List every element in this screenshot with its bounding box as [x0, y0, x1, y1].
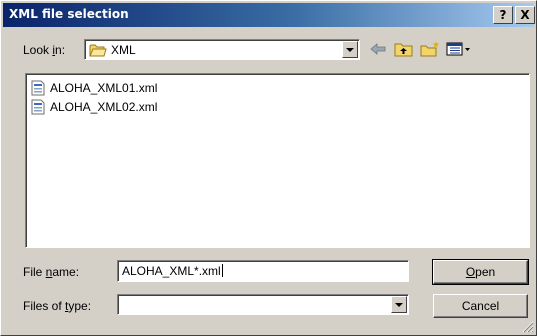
- new-folder-icon[interactable]: [419, 40, 441, 58]
- files-of-type-dropdown[interactable]: [117, 294, 409, 315]
- close-button[interactable]: X: [515, 6, 535, 24]
- files-of-type-dropdown-arrow[interactable]: [391, 296, 407, 313]
- file-name-value: ALOHA_XML*.xml: [122, 264, 221, 278]
- file-name-input[interactable]: ALOHA_XML*.xml: [117, 260, 409, 282]
- file-dialog-window: XML file selection ? X Look in: XML ALOH…: [0, 0, 537, 336]
- open-button[interactable]: Open: [432, 259, 529, 285]
- file-name-label: File name:: [23, 265, 80, 279]
- xml-file-icon: [31, 80, 45, 96]
- view-menu-icon[interactable]: [445, 40, 473, 58]
- title-bar[interactable]: XML file selection ? X: [3, 3, 535, 27]
- resize-grip-icon[interactable]: [522, 321, 534, 333]
- files-of-type-label: Files of type:: [23, 299, 92, 313]
- look-in-value: XML: [111, 43, 136, 57]
- look-in-dropdown[interactable]: XML: [84, 39, 360, 60]
- xml-file-icon: [31, 99, 45, 115]
- file-list[interactable]: ALOHA_XML01.xml ALOHA_XML02.xml: [25, 73, 530, 248]
- look-in-label: Look in:: [23, 43, 66, 57]
- look-in-dropdown-arrow[interactable]: [342, 41, 358, 58]
- file-name: ALOHA_XML02.xml: [50, 100, 158, 114]
- help-button[interactable]: ?: [493, 6, 513, 24]
- window-title: XML file selection: [9, 7, 129, 21]
- cancel-button[interactable]: Cancel: [433, 294, 528, 318]
- back-arrow-icon[interactable]: [367, 40, 389, 58]
- text-caret: [221, 264, 223, 277]
- file-name: ALOHA_XML01.xml: [50, 81, 158, 95]
- up-folder-icon[interactable]: [393, 40, 415, 58]
- folder-icon: [89, 44, 107, 57]
